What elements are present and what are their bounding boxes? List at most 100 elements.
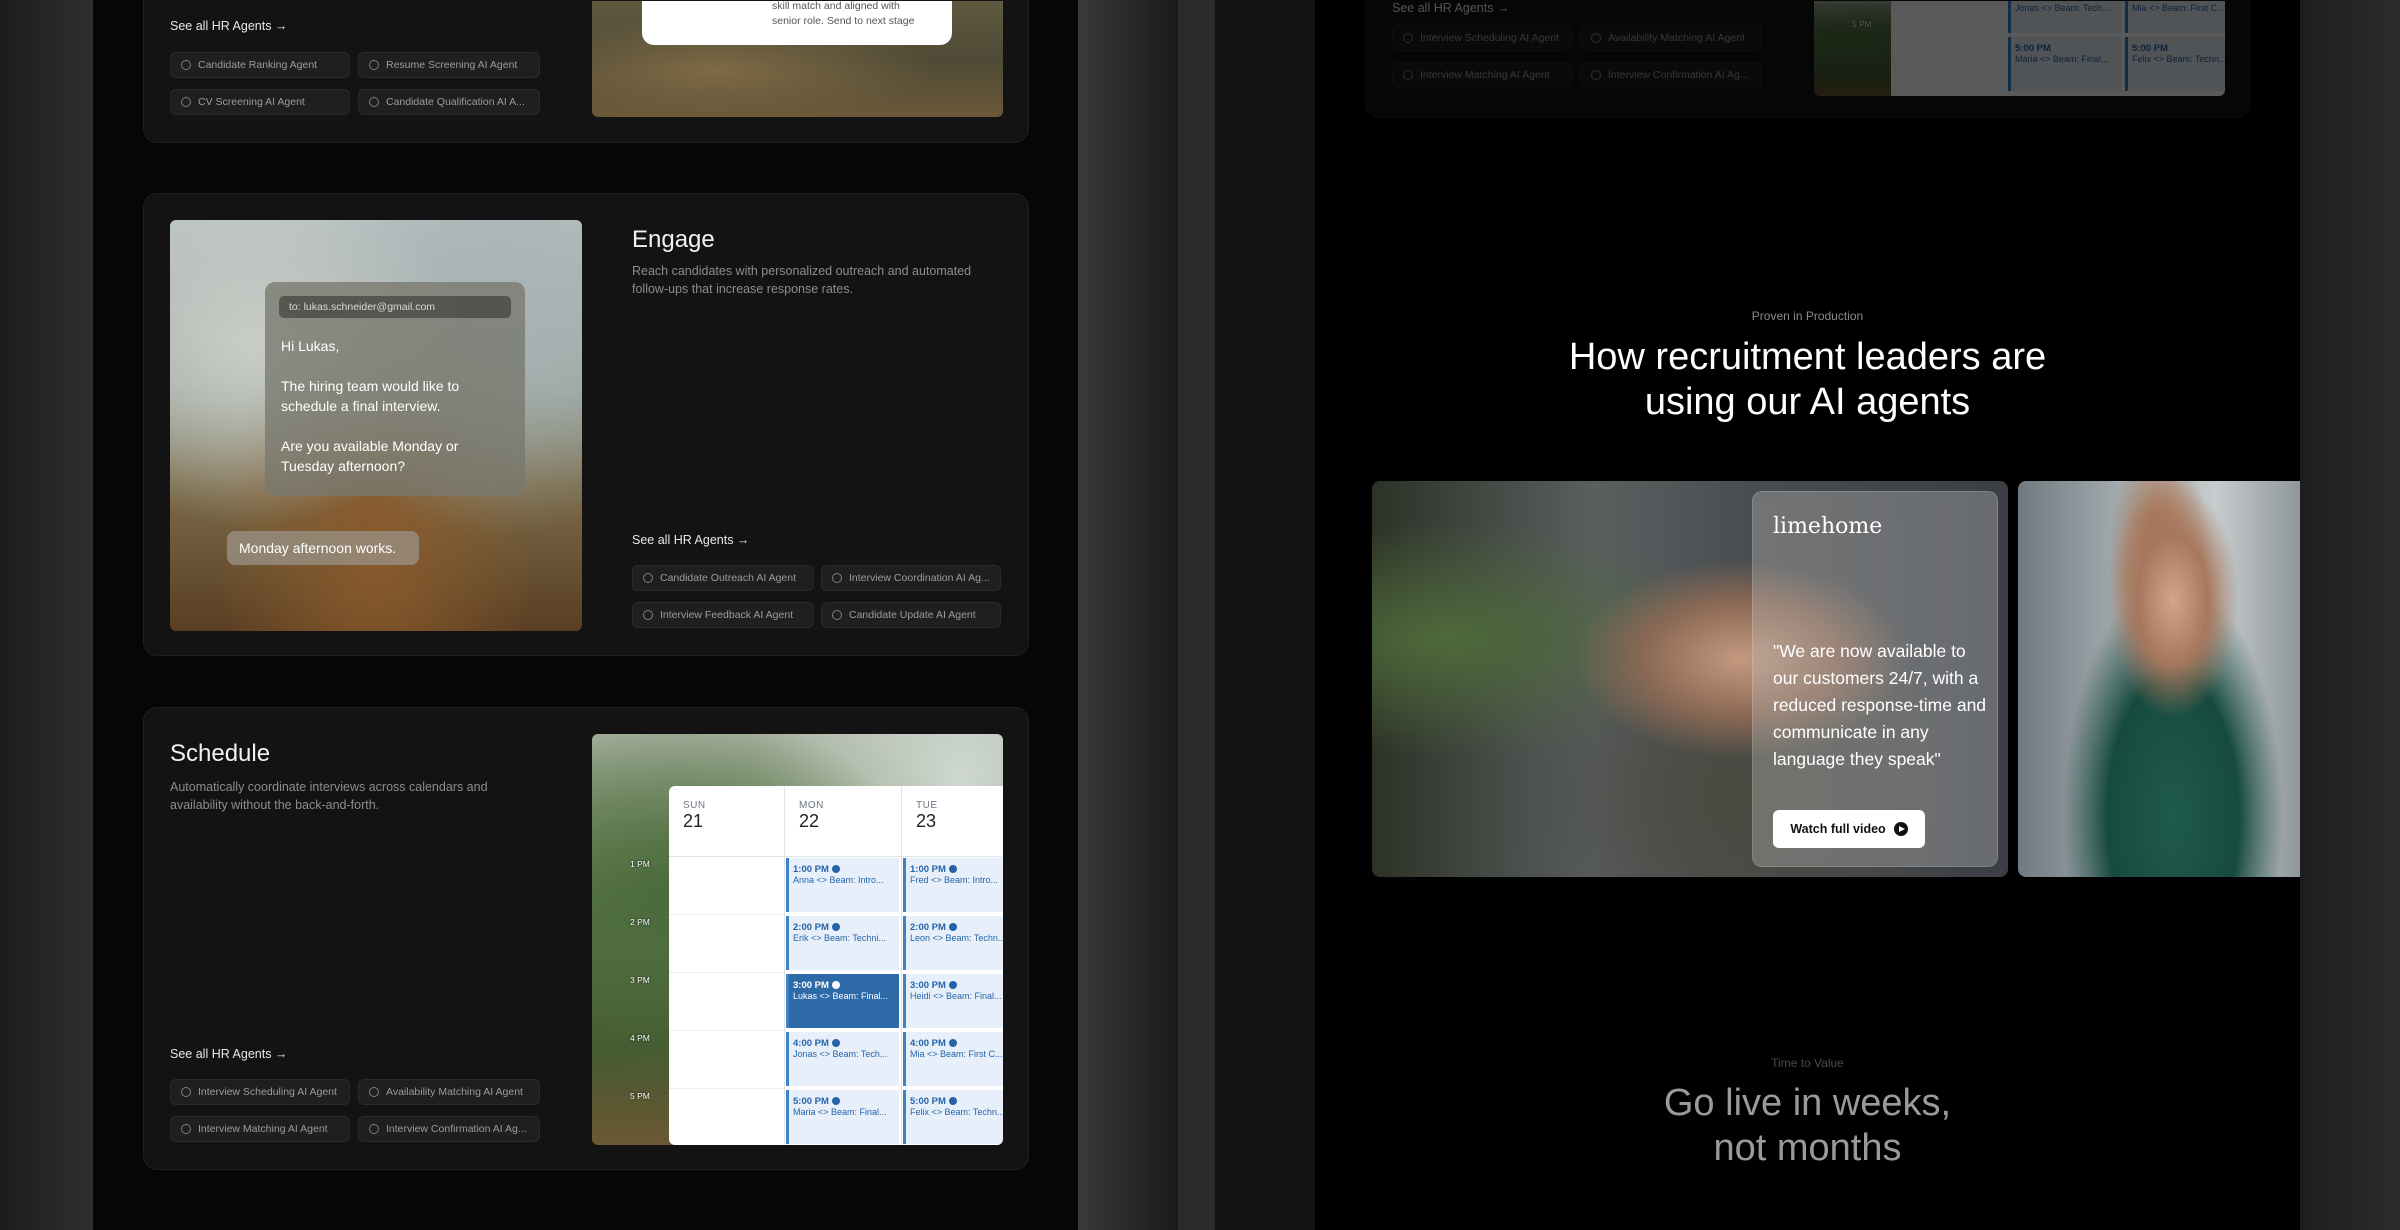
agent-icon xyxy=(1591,33,1601,43)
calendar-event[interactable]: 5:00 PM Maria <> Beam: Final... xyxy=(2008,37,2121,91)
video-icon xyxy=(948,1039,957,1048)
brand-logo: limehome xyxy=(1773,514,1883,539)
time-label: 5 PM xyxy=(630,1091,650,1101)
video-icon xyxy=(948,923,957,932)
agent-chip[interactable]: Interview Matching AI Agent xyxy=(1392,62,1572,88)
agent-icon xyxy=(1403,33,1413,43)
agent-chip[interactable]: Availability Matching AI Agent xyxy=(1580,25,1762,51)
calendar-event[interactable]: 1:00 PM Anna <> Beam: Intro... xyxy=(786,858,899,912)
video-icon xyxy=(831,1097,840,1106)
engage-title: Engage xyxy=(632,226,715,253)
watch-video-button[interactable]: Watch full video xyxy=(1773,810,1925,848)
painting-image: to: lukas.schneider@gmail.com Hi Lukas, … xyxy=(170,220,582,631)
agent-icon xyxy=(181,1124,191,1134)
agent-icon xyxy=(643,573,653,583)
calendar-widget: Jonas <> Beam: Tech... Mia <> Beam: Firs… xyxy=(1891,1,2225,96)
section-eyebrow: Proven in Production xyxy=(1751,309,1864,323)
agent-chip[interactable]: Candidate Update AI Agent xyxy=(821,602,1001,628)
agent-chip[interactable]: Interview Feedback AI Agent xyxy=(632,602,814,628)
calendar-event[interactable]: 4:00 PM Mia <> Beam: First C... xyxy=(903,1032,1003,1086)
calendar-event-selected[interactable]: 3:00 PM Lukas <> Beam: Final... xyxy=(786,974,899,1028)
agent-icon xyxy=(832,610,842,620)
testimonial-video[interactable]: limehome "We are now available to our cu… xyxy=(1372,481,2008,877)
section-heading: How recruitment leaders are using our AI… xyxy=(1568,336,2047,423)
agent-chip[interactable]: Interview Matching AI Agent xyxy=(170,1116,350,1142)
agent-icon xyxy=(1403,70,1413,80)
agent-icon xyxy=(369,1124,379,1134)
agent-icon xyxy=(369,1087,379,1097)
agent-chip[interactable]: Candidate Qualification AI A... xyxy=(358,89,540,115)
time-label: 2 PM xyxy=(630,917,650,927)
testimonial-quote: "We are now available to our customers 2… xyxy=(1773,641,1987,769)
time-label: 3 PM xyxy=(630,975,650,985)
schedule-title: Schedule xyxy=(170,740,271,767)
calendar-event[interactable]: 5:00 PM Felix <> Beam: Techn... xyxy=(2125,37,2225,91)
agent-chip[interactable]: Candidate Outreach AI Agent xyxy=(632,565,814,591)
agent-chip[interactable]: Resume Screening AI Agent xyxy=(358,52,540,78)
backdrop-left xyxy=(0,0,93,1230)
see-all-agents-link[interactable]: See all HR Agents → xyxy=(170,1047,287,1061)
video-icon xyxy=(948,1097,957,1106)
time-label: 4 PM xyxy=(630,1033,650,1043)
day-header-tue[interactable]: TUE 23 xyxy=(916,800,938,832)
email-greeting: Hi Lukas, xyxy=(281,338,340,354)
agent-icon xyxy=(369,60,379,70)
agent-chip[interactable]: Interview Scheduling AI Agent xyxy=(170,1079,350,1105)
day-header-sun[interactable]: SUN 21 xyxy=(683,800,706,832)
video-icon xyxy=(831,923,840,932)
agent-icon xyxy=(181,1087,191,1097)
painting-image: skill match and aligned with senior role… xyxy=(592,1,1003,117)
day-header-mon[interactable]: MON 22 xyxy=(799,800,824,832)
engage-description: Reach candidates with personalized outre… xyxy=(632,264,972,296)
painting-image: 1 PM 2 PM 3 PM 4 PM 5 PM SUN 21 MON 22 T… xyxy=(592,734,1003,1145)
calendar-event[interactable]: 2:00 PM Erik <> Beam: Techni... xyxy=(786,916,899,970)
backdrop-middle xyxy=(1078,0,1178,1230)
agent-chip[interactable]: Interview Confirmation AI Ag... xyxy=(358,1116,540,1142)
calendar-event[interactable]: 4:00 PM Jonas <> Beam: Tech... xyxy=(786,1032,899,1086)
section-eyebrow: Time to Value xyxy=(1771,1056,1844,1070)
schedule-description: Automatically coordinate interviews acro… xyxy=(170,780,488,812)
agent-icon xyxy=(1591,70,1601,80)
agent-icon xyxy=(643,610,653,620)
email-to-field: to: lukas.schneider@gmail.com xyxy=(279,296,511,318)
reply-bubble: Monday afternoon works. xyxy=(227,531,419,565)
email-preview: to: lukas.schneider@gmail.com Hi Lukas, … xyxy=(265,282,525,496)
video-icon xyxy=(831,865,840,874)
agent-icon xyxy=(181,97,191,107)
painting-image: 5 PM Jonas <> Beam: Tech... Mia <> Beam:… xyxy=(1814,1,2225,96)
video-icon xyxy=(948,981,957,990)
testimonial-video-next[interactable] xyxy=(2018,481,2300,877)
see-all-agents-link[interactable]: See all HR Agents → xyxy=(1392,1,1509,15)
agent-icon xyxy=(181,60,191,70)
agent-icon xyxy=(832,573,842,583)
agent-chip[interactable]: Availability Matching AI Agent xyxy=(358,1079,540,1105)
schedule-card: Schedule Automatically coordinate interv… xyxy=(143,707,1029,1170)
agent-chip[interactable]: Candidate Ranking Agent xyxy=(170,52,350,78)
agent-chip[interactable]: Interview Coordination AI Ag... xyxy=(821,565,1001,591)
calendar-event[interactable]: Jonas <> Beam: Tech... xyxy=(2008,1,2121,33)
time-label: 1 PM xyxy=(630,859,650,869)
agent-icon xyxy=(369,97,379,107)
screening-note: skill match and aligned with senior role… xyxy=(642,1,952,45)
calendar-event[interactable]: 3:00 PM Heidi <> Beam: Final... xyxy=(903,974,1003,1028)
calendar-event[interactable]: Mia <> Beam: First C... xyxy=(2125,1,2225,33)
video-icon xyxy=(948,865,957,874)
engage-card: to: lukas.schneider@gmail.com Hi Lukas, … xyxy=(143,193,1029,656)
qualify-card: See all HR Agents → Candidate Ranking Ag… xyxy=(143,0,1029,143)
agent-chip[interactable]: CV Screening AI Agent xyxy=(170,89,350,115)
calendar-event[interactable]: 5:00 PM Felix <> Beam: Techn... xyxy=(903,1090,1003,1144)
email-question: Are you available Monday or Tuesday afte… xyxy=(281,438,459,474)
video-icon xyxy=(831,981,840,990)
email-body: The hiring team would like to schedule a… xyxy=(281,378,460,414)
video-icon xyxy=(831,1039,840,1048)
calendar-event[interactable]: 2:00 PM Leon <> Beam: Techn... xyxy=(903,916,1003,970)
agent-chip[interactable]: Interview Scheduling AI Agent xyxy=(1392,25,1572,51)
calendar-event[interactable]: 1:00 PM Fred <> Beam: Intro... xyxy=(903,858,1003,912)
see-all-agents-link[interactable]: See all HR Agents → xyxy=(170,19,287,33)
schedule-card-faded: See all HR Agents → Interview Scheduling… xyxy=(1365,0,2250,118)
calendar-widget: SUN 21 MON 22 TUE 23 1:00 PM Anna <> Beam… xyxy=(669,786,1003,1145)
play-icon xyxy=(1893,822,1908,836)
see-all-agents-link[interactable]: See all HR Agents → xyxy=(632,533,749,547)
calendar-event[interactable]: 5:00 PM Maria <> Beam: Final... xyxy=(786,1090,899,1144)
agent-chip[interactable]: Interview Confirmation AI Ag... xyxy=(1580,62,1762,88)
